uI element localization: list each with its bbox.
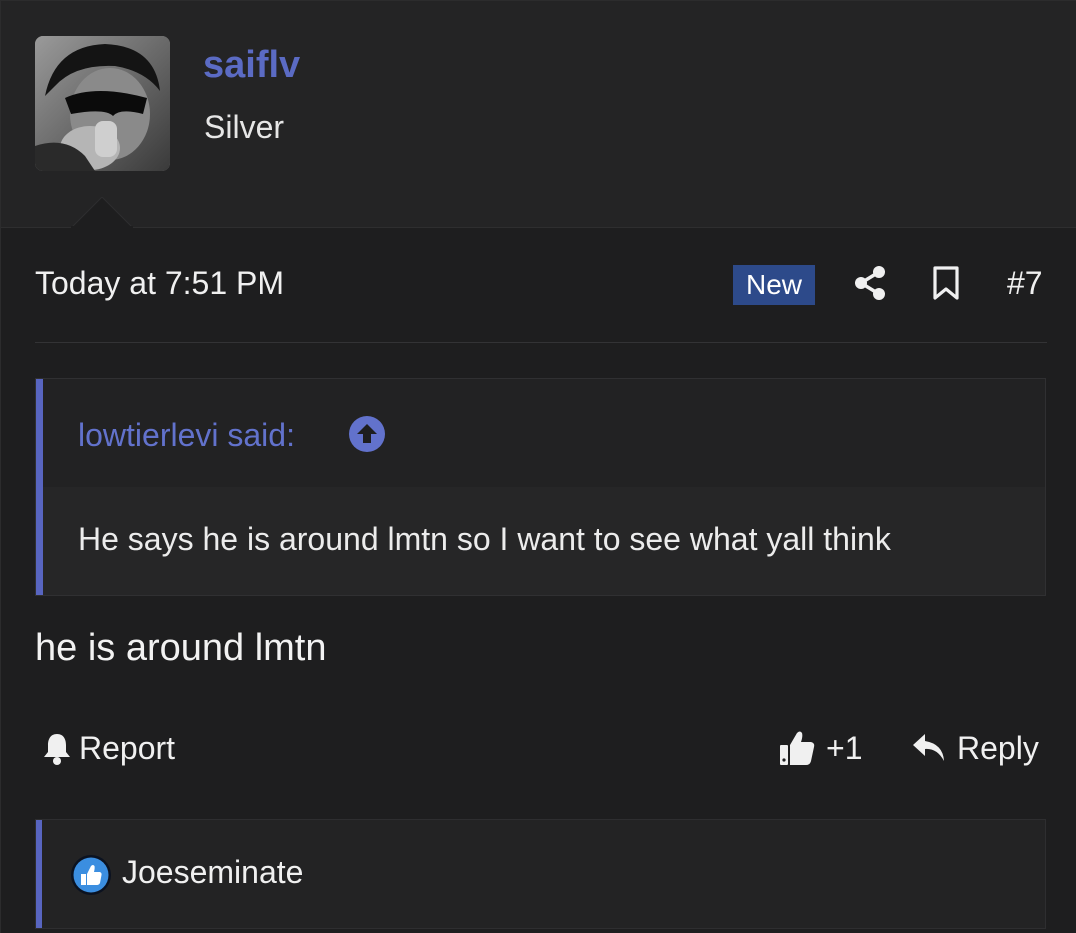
bell-icon [44, 734, 70, 765]
post-meta-row: Today at 7:51 PM New #7 [35, 257, 1047, 313]
reaction-user-link[interactable]: Joeseminate [122, 852, 303, 892]
avatar-photo [35, 36, 170, 171]
like-reaction-icon[interactable] [70, 854, 112, 896]
bookmark-icon[interactable] [931, 265, 961, 301]
reply-button[interactable]: Reply [911, 727, 1039, 769]
reactions-accent-bar [36, 820, 42, 928]
user-title: Silver [204, 109, 285, 145]
post-container: saiflv Silver Today at 7:51 PM New #7 lo… [0, 0, 1076, 933]
post-timestamp[interactable]: Today at 7:51 PM [35, 263, 284, 303]
post-number-link[interactable]: #7 [1007, 263, 1043, 303]
username-link[interactable]: saiflv [203, 41, 300, 89]
reply-arrow-icon [913, 734, 944, 761]
share-icon[interactable] [853, 265, 889, 301]
reactions-bar: Joeseminate [35, 819, 1046, 929]
quote-header: lowtierlevi said: [43, 379, 1045, 487]
user-avatar[interactable] [35, 36, 170, 171]
quote-accent-bar [36, 379, 43, 595]
meta-divider [35, 342, 1047, 343]
like-button[interactable]: +1 [778, 727, 862, 769]
report-button[interactable]: Report [41, 727, 175, 769]
post-body-text: he is around lmtn [35, 627, 327, 669]
post-user-header: saiflv Silver [1, 1, 1076, 229]
reply-label: Reply [957, 729, 1039, 766]
arrow-up-circle-icon[interactable] [348, 415, 386, 453]
report-label: Report [79, 729, 176, 766]
quote-text: He says he is around lmtn so I want to s… [78, 521, 891, 557]
thumbs-up-icon [780, 731, 815, 765]
new-badge: New [733, 265, 815, 305]
quote-attribution-link[interactable]: lowtierlevi said: [78, 415, 295, 455]
quote-block: lowtierlevi said: He says he is around l… [35, 378, 1046, 596]
like-label: +1 [826, 729, 863, 766]
